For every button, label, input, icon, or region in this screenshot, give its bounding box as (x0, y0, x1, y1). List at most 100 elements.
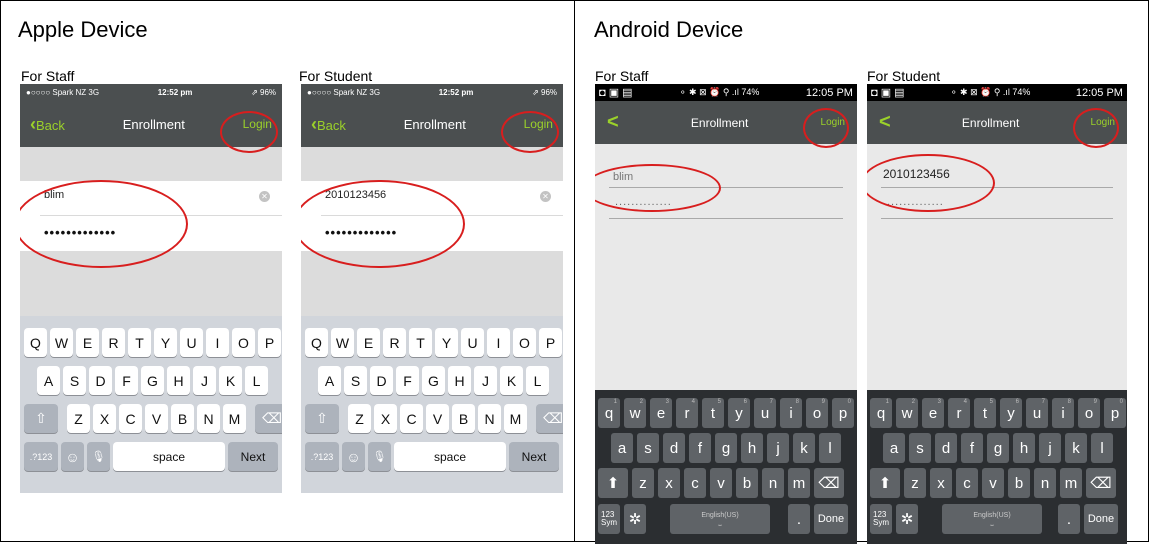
key-w[interactable]: w2 (624, 398, 646, 428)
delete-key[interactable]: ⌫ (1086, 468, 1116, 498)
key-t[interactable]: t5 (702, 398, 724, 428)
key-c[interactable]: C (119, 404, 142, 433)
key-w[interactable]: W (50, 328, 73, 357)
key-r[interactable]: R (102, 328, 125, 357)
shift-key[interactable]: ⬆ (598, 468, 628, 498)
key-s[interactable]: s (637, 433, 659, 463)
key-j[interactable]: j (767, 433, 789, 463)
key-d[interactable]: D (370, 366, 393, 395)
key-l[interactable]: l (819, 433, 841, 463)
key-q[interactable]: Q (24, 328, 47, 357)
key-e[interactable]: E (76, 328, 99, 357)
key-z[interactable]: z (632, 468, 654, 498)
key-n[interactable]: N (197, 404, 220, 433)
numbers-key[interactable]: .?123 (24, 442, 58, 471)
clear-icon[interactable]: ✕ (259, 191, 270, 202)
key-y[interactable]: y6 (1000, 398, 1022, 428)
key-e[interactable]: e3 (650, 398, 672, 428)
key-n[interactable]: n (762, 468, 784, 498)
key-o[interactable]: O (513, 328, 536, 357)
key-b[interactable]: b (736, 468, 758, 498)
back-button[interactable]: ‹Back (30, 114, 65, 135)
key-s[interactable]: S (344, 366, 367, 395)
key-o[interactable]: o9 (806, 398, 828, 428)
key-n[interactable]: N (478, 404, 501, 433)
key-e[interactable]: e3 (922, 398, 944, 428)
space-key[interactable]: space (394, 442, 506, 471)
key-e[interactable]: E (357, 328, 380, 357)
key-a[interactable]: a (883, 433, 905, 463)
shift-key[interactable]: ⇧ (24, 404, 58, 433)
key-b[interactable]: b (1008, 468, 1030, 498)
key-j[interactable]: J (193, 366, 216, 395)
clear-icon[interactable]: ✕ (540, 191, 551, 202)
key-d[interactable]: D (89, 366, 112, 395)
key-f[interactable]: F (115, 366, 138, 395)
key-x[interactable]: X (93, 404, 116, 433)
space-key[interactable]: English(US) ⎵ (670, 504, 770, 534)
gear-icon[interactable]: ✲ (624, 504, 646, 534)
microphone-icon[interactable]: 🎙 (87, 442, 110, 471)
key-v[interactable]: v (710, 468, 732, 498)
emoji-key[interactable]: ☺ (342, 442, 365, 471)
delete-key[interactable]: ⌫ (814, 468, 844, 498)
key-z[interactable]: Z (348, 404, 371, 433)
back-button[interactable]: < (879, 111, 891, 134)
username-input[interactable]: blim (44, 189, 64, 201)
key-s[interactable]: s (909, 433, 931, 463)
microphone-icon[interactable]: 🎙 (368, 442, 391, 471)
password-input[interactable]: ••••••••••••• (325, 225, 397, 240)
back-button[interactable]: ‹Back (311, 114, 346, 135)
done-key[interactable]: Done (1084, 504, 1118, 534)
key-f[interactable]: f (961, 433, 983, 463)
key-h[interactable]: H (167, 366, 190, 395)
key-k[interactable]: K (500, 366, 523, 395)
key-p[interactable]: P (258, 328, 281, 357)
key-a[interactable]: A (318, 366, 341, 395)
key-i[interactable]: i8 (780, 398, 802, 428)
key-p[interactable]: p0 (832, 398, 854, 428)
key-y[interactable]: Y (154, 328, 177, 357)
key-w[interactable]: w2 (896, 398, 918, 428)
period-key[interactable]: . (788, 504, 810, 534)
key-a[interactable]: a (611, 433, 633, 463)
key-c[interactable]: c (956, 468, 978, 498)
key-f[interactable]: f (689, 433, 711, 463)
key-w[interactable]: W (331, 328, 354, 357)
key-r[interactable]: r4 (948, 398, 970, 428)
key-m[interactable]: m (1060, 468, 1082, 498)
key-h[interactable]: h (741, 433, 763, 463)
username-input[interactable]: 2010123456 (325, 189, 386, 201)
key-l[interactable]: L (526, 366, 549, 395)
key-n[interactable]: n (1034, 468, 1056, 498)
key-g[interactable]: g (987, 433, 1009, 463)
username-input[interactable]: blim (613, 171, 633, 183)
key-g[interactable]: g (715, 433, 737, 463)
key-f[interactable]: F (396, 366, 419, 395)
key-m[interactable]: m (788, 468, 810, 498)
key-g[interactable]: G (141, 366, 164, 395)
key-t[interactable]: T (128, 328, 151, 357)
key-y[interactable]: Y (435, 328, 458, 357)
key-j[interactable]: j (1039, 433, 1061, 463)
key-d[interactable]: d (663, 433, 685, 463)
password-input[interactable]: .............. (887, 196, 944, 208)
key-a[interactable]: A (37, 366, 60, 395)
key-u[interactable]: u7 (754, 398, 776, 428)
symbols-key[interactable]: 123 Sym (598, 504, 620, 534)
login-button[interactable]: Login (1091, 117, 1115, 128)
key-v[interactable]: V (426, 404, 449, 433)
key-u[interactable]: U (461, 328, 484, 357)
key-x[interactable]: X (374, 404, 397, 433)
key-l[interactable]: L (245, 366, 268, 395)
key-p[interactable]: p0 (1104, 398, 1126, 428)
key-r[interactable]: R (383, 328, 406, 357)
numbers-key[interactable]: .?123 (305, 442, 339, 471)
back-button[interactable]: < (607, 111, 619, 134)
key-i[interactable]: I (487, 328, 510, 357)
period-key[interactable]: . (1058, 504, 1080, 534)
login-button[interactable]: Login (243, 117, 272, 131)
symbols-key[interactable]: 123 Sym (870, 504, 892, 534)
key-i[interactable]: i8 (1052, 398, 1074, 428)
key-u[interactable]: U (180, 328, 203, 357)
